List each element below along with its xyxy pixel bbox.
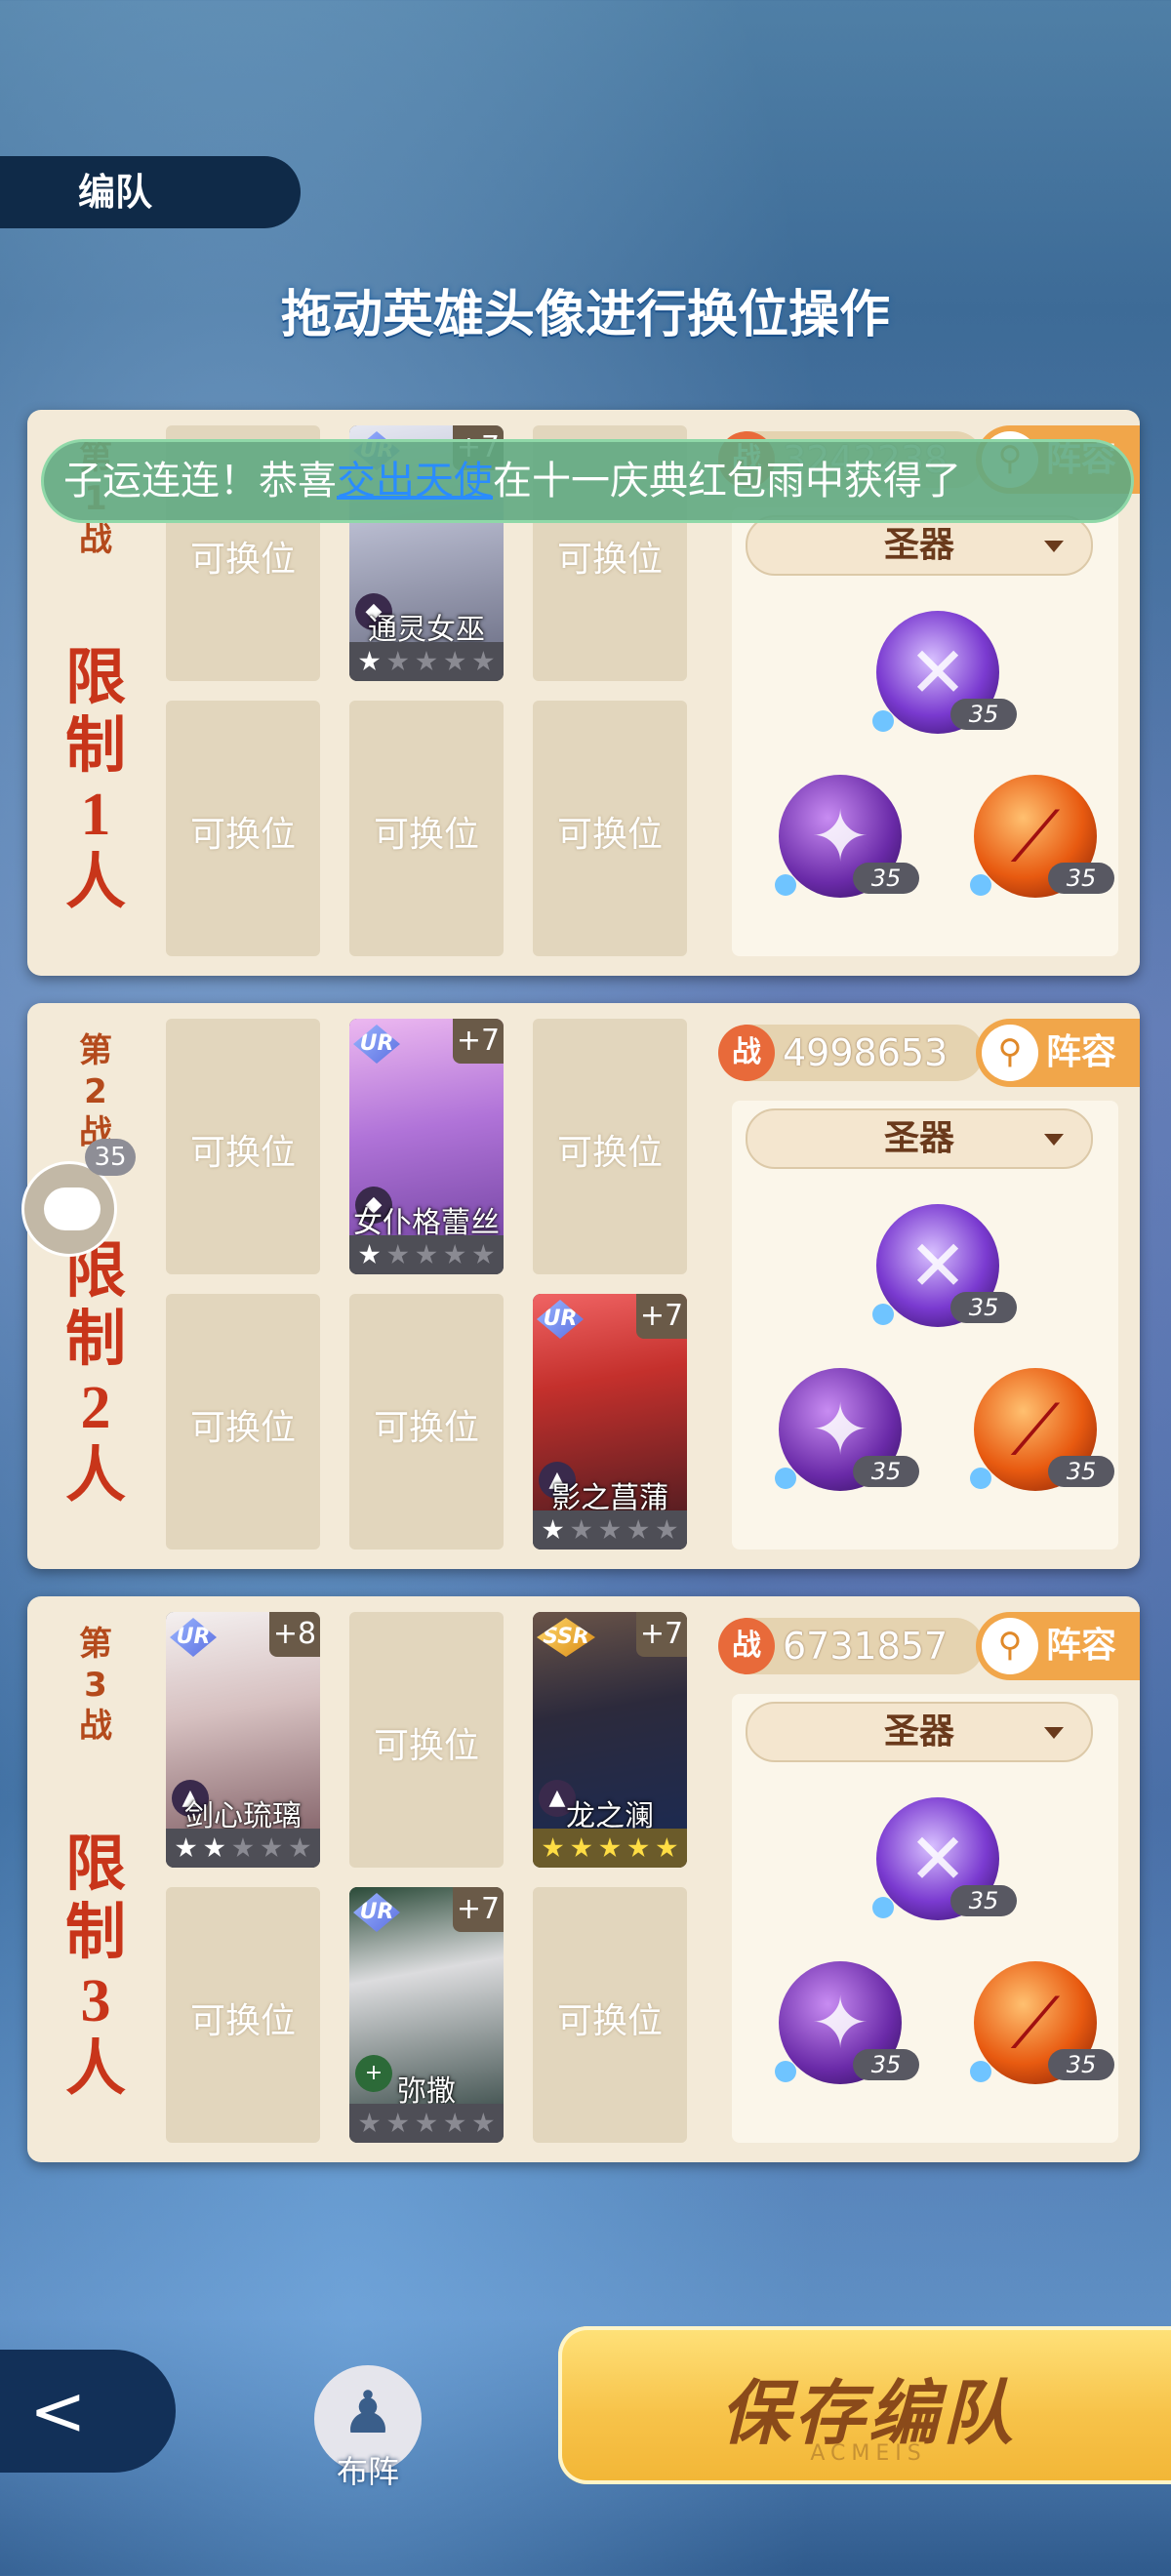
battle-label: 第 3 战 限 制 3 人 [27, 1596, 164, 2162]
artifact-area: 圣器 ✕ 35 ✦ 35 ⟋ 35 [732, 507, 1118, 956]
star-rating [349, 642, 504, 681]
formation-label: 布阵 [336, 2453, 399, 2490]
chevron-left-icon: < [29, 2371, 87, 2451]
instruction-text: 拖动英雄头像进行换位操作 [280, 286, 890, 344]
search-icon: ⚲ [982, 1025, 1038, 1081]
fire-sword-artifact-icon[interactable]: ⟋ 35 [970, 1961, 1114, 2084]
chat-button[interactable]: 35 [21, 1139, 136, 1257]
star-rating [533, 1829, 687, 1868]
star-rating [533, 1510, 687, 1550]
star-rating [166, 1829, 320, 1868]
announcement-marquee: 子运连连！恭喜交出天使在十一庆典红包雨中获得了 [41, 439, 1134, 523]
blade-artifact-icon[interactable]: ✕ 35 [872, 1204, 1017, 1327]
empty-slot[interactable]: 可换位 [533, 1019, 687, 1274]
battle-panel-3: 第 3 战 限 制 3 人 UR +8 ▲ 剑心琉璃 可换位 SSR +7 ▲ … [27, 1596, 1140, 2162]
formation-tab: 编队 [0, 156, 301, 228]
shadow-artifact-icon[interactable]: ✦ 35 [775, 1961, 919, 2084]
limit-label: 限 制 1 人 [64, 645, 126, 916]
star-rating [349, 1235, 504, 1274]
chat-icon [44, 1187, 101, 1230]
empty-slot[interactable]: 可换位 [349, 701, 504, 956]
star-rating [349, 2104, 504, 2143]
empty-slot[interactable]: 可换位 [349, 1294, 504, 1550]
shadow-artifact-icon[interactable]: ✦ 35 [775, 1368, 919, 1491]
shadow-artifact-icon[interactable]: ✦ 35 [775, 775, 919, 898]
empty-slot[interactable]: 可换位 [533, 1887, 687, 2143]
lineup-button[interactable]: ⚲阵容 [976, 1612, 1140, 1680]
chess-pieces-icon: ♟ [342, 2379, 394, 2447]
hero-card[interactable]: UR +8 ▲ 剑心琉璃 [166, 1612, 320, 1868]
upgrade-level: +7 [453, 1019, 504, 1064]
chevron-down-icon [1044, 541, 1064, 552]
back-button[interactable]: < [0, 2350, 176, 2473]
blade-artifact-icon[interactable]: ✕ 35 [872, 611, 1017, 734]
hero-card[interactable]: UR +7 ◆ 女仆格蕾丝 [349, 1019, 504, 1274]
fire-sword-artifact-icon[interactable]: ⟋ 35 [970, 775, 1114, 898]
empty-slot[interactable]: 可换位 [166, 1887, 320, 2143]
artifact-area: 圣器 ✕ 35 ✦ 35 ⟋ 35 [732, 1101, 1118, 1550]
combat-power: 战 4998653 [718, 1025, 984, 1081]
limit-label: 限 制 3 人 [64, 1831, 126, 2103]
battle-number: 第 2 战 [79, 1031, 112, 1152]
upgrade-level: +8 [269, 1612, 320, 1657]
chevron-down-icon [1044, 1134, 1064, 1146]
blade-artifact-icon[interactable]: ✕ 35 [872, 1797, 1017, 1920]
artifact-area: 圣器 ✕ 35 ✦ 35 ⟋ 35 [732, 1694, 1118, 2143]
hero-card[interactable]: UR +7 ▲ 影之菖蒲 [533, 1294, 687, 1550]
upgrade-level: +7 [636, 1612, 687, 1657]
empty-slot[interactable]: 可换位 [166, 1294, 320, 1550]
fire-sword-artifact-icon[interactable]: ⟋ 35 [970, 1368, 1114, 1491]
chat-count-badge: 35 [85, 1139, 136, 1176]
artifact-dropdown[interactable]: 圣器 [746, 515, 1093, 576]
battle-number: 第 3 战 [79, 1625, 112, 1746]
artifact-dropdown[interactable]: 圣器 [746, 1108, 1093, 1169]
hero-card[interactable]: SSR +7 ▲ 龙之澜 [533, 1612, 687, 1868]
lineup-button[interactable]: ⚲阵容 [976, 1019, 1140, 1087]
artifact-dropdown[interactable]: 圣器 [746, 1702, 1093, 1762]
search-icon: ⚲ [982, 1618, 1038, 1674]
limit-label: 限 制 2 人 [64, 1238, 126, 1509]
empty-slot[interactable]: 可换位 [533, 701, 687, 956]
chevron-down-icon [1044, 1727, 1064, 1739]
combat-power: 战 6731857 [718, 1618, 984, 1674]
player-link[interactable]: 交出天使 [337, 459, 493, 503]
save-formation-button[interactable]: 保存编队 ACMEIS [558, 2326, 1171, 2484]
empty-slot[interactable]: 可换位 [166, 1019, 320, 1274]
battle-panel-2: 第 2 战 限 制 2 人 可换位 UR +7 ◆ 女仆格蕾丝 可换位 可换位 … [27, 1003, 1140, 1569]
hero-card[interactable]: UR +7 + 弥撒 [349, 1887, 504, 2143]
upgrade-level: +7 [453, 1887, 504, 1932]
empty-slot[interactable]: 可换位 [166, 701, 320, 956]
upgrade-level: +7 [636, 1294, 687, 1339]
battle-label: 第 2 战 限 制 2 人 [27, 1003, 164, 1569]
empty-slot[interactable]: 可换位 [349, 1612, 504, 1868]
